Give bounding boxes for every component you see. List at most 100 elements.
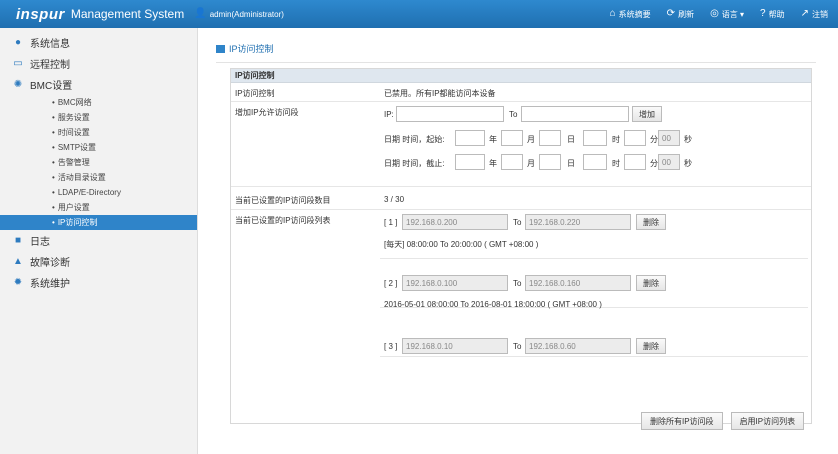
sidebar-item-maintenance[interactable]: ✹ 系统维护 — [0, 272, 197, 293]
submenu-label: IP访问控制 — [57, 218, 98, 227]
ip-access-panel: IP访问控制 IP访问控制 已禁用。所有IP都能访问本设备 增加IP允许访问段 … — [230, 68, 812, 424]
breadcrumb-label: IP访问控制 — [229, 44, 274, 54]
page-icon — [216, 44, 225, 53]
submenu-label: 用户设置 — [57, 203, 90, 212]
warning-icon: ▲ — [13, 256, 23, 267]
sidebar-item-label: 系统信息 — [30, 39, 70, 50]
status-row: IP访问控制 已禁用。所有IP都能访问本设备 — [231, 84, 811, 102]
logout-icon: ↗ — [800, 8, 809, 19]
breadcrumb: IP访问控制 — [216, 42, 274, 55]
top-nav: ⌂ 系统摘要 ⟳ 刷新 ◎ 语言 ▾ ? 帮助 ↗ 注销 — [610, 0, 828, 28]
status-label: IP访问控制 — [235, 89, 275, 98]
add-button[interactable]: 增加 — [632, 106, 662, 122]
status-value: 已禁用。所有IP都能访问本设备 — [384, 89, 496, 98]
sidebar-item-logs[interactable]: ■ 日志 — [0, 230, 197, 251]
nav-summary[interactable]: ⌂ 系统摘要 — [610, 9, 651, 20]
log-icon: ■ — [14, 235, 22, 246]
range-item: [ 1 ] To 删除 [每天] 08:00:00 To 20:00:00 ( … — [380, 211, 808, 259]
monitor-icon: ▭ — [13, 58, 23, 69]
submenu-ip-access-control[interactable]: • IP访问控制 — [0, 215, 197, 230]
system-name: Management System — [70, 7, 185, 21]
globe-icon: ◎ — [710, 8, 719, 19]
end-month-input[interactable] — [501, 154, 523, 170]
nav-logout-label: 注销 — [812, 9, 828, 19]
add-range-label: 增加IP允许访问段 — [235, 108, 299, 117]
range-list-row: 当前已设置的IP访问段列表 [ 1 ] To 删除 [每天] 08:00:00 … — [231, 211, 811, 423]
ip-label: IP: — [384, 110, 394, 119]
submenu-label: SMTP设置 — [57, 143, 97, 152]
submenu-label: 活动目录设置 — [57, 173, 106, 182]
range-index: [ 1 ] — [384, 218, 398, 227]
submenu-label: 服务设置 — [57, 113, 90, 122]
current-user: 👤 admin(Administrator) — [194, 9, 284, 19]
end-second-input — [658, 154, 680, 170]
delete-range-button[interactable]: 删除 — [636, 338, 666, 354]
nav-language[interactable]: ◎ 语言 ▾ — [710, 9, 744, 20]
nav-summary-label: 系统摘要 — [618, 9, 651, 19]
delete-range-button[interactable]: 删除 — [636, 214, 666, 230]
ip-end-input[interactable] — [521, 106, 629, 122]
submenu-ldap[interactable]: • LDAP/E-Directory — [0, 185, 197, 200]
info-icon: ● — [14, 37, 22, 48]
minute-unit: 分 — [650, 135, 658, 144]
count-row: 当前已设置的IP访问段数目 3 / 30 — [231, 188, 811, 210]
submenu-smtp-settings[interactable]: • SMTP设置 — [0, 140, 197, 155]
user-name: admin(Administrator) — [209, 9, 284, 19]
start-datetime-label: 日期 时间，起始: — [384, 135, 445, 144]
start-hour-input[interactable] — [583, 130, 607, 146]
day-unit: 日 — [567, 159, 575, 168]
range-schedule: [每天] 08:00:00 To 20:00:00 ( GMT +08:00 ) — [384, 240, 539, 249]
submenu-service-settings[interactable]: • 服务设置 — [0, 110, 197, 125]
delete-range-button[interactable]: 删除 — [636, 275, 666, 291]
range-index: [ 2 ] — [384, 279, 398, 288]
nav-refresh[interactable]: ⟳ 刷新 — [667, 9, 694, 20]
submenu-active-directory[interactable]: • 活动目录设置 — [0, 170, 197, 185]
start-minute-input[interactable] — [624, 130, 646, 146]
maintenance-icon: ✹ — [13, 277, 23, 288]
nav-help[interactable]: ? 帮助 — [760, 9, 785, 20]
sidebar-item-diagnostics[interactable]: ▲ 故障诊断 — [0, 251, 197, 272]
submenu-label: 告警管理 — [57, 158, 90, 167]
submenu-user-settings[interactable]: • 用户设置 — [0, 200, 197, 215]
add-range-row: 增加IP允许访问段 IP: To 增加 日期 时间，起始: 年 月 日 时 分 … — [231, 103, 811, 187]
year-unit: 年 — [489, 135, 497, 144]
hour-unit: 时 — [612, 159, 620, 168]
start-year-input[interactable] — [455, 130, 485, 146]
sidebar-item-bmc-settings[interactable]: ✺ BMC设置 — [0, 74, 197, 95]
start-day-input[interactable] — [539, 130, 561, 146]
sidebar-item-label: 系统维护 — [30, 279, 70, 290]
help-icon: ? — [760, 8, 766, 19]
delete-all-ranges-button[interactable]: 删除所有IP访问段 — [641, 412, 723, 430]
submenu-bmc-network[interactable]: • BMC网络 — [0, 95, 197, 110]
hour-unit: 时 — [612, 135, 620, 144]
month-unit: 月 — [527, 135, 535, 144]
end-minute-input[interactable] — [624, 154, 646, 170]
range-to-label: To — [513, 342, 522, 351]
submenu-alert-management[interactable]: • 告警管理 — [0, 155, 197, 170]
sidebar-item-remote-control[interactable]: ▭ 远程控制 — [0, 53, 197, 74]
sidebar-item-label: 故障诊断 — [30, 258, 70, 269]
sidebar-item-system-info[interactable]: ● 系统信息 — [0, 32, 197, 53]
sidebar-item-label: BMC设置 — [30, 81, 73, 92]
range-to-label: To — [513, 218, 522, 227]
range-to-input — [525, 214, 631, 230]
submenu-label: BMC网络 — [57, 98, 92, 107]
submenu-time-settings[interactable]: • 时间设置 — [0, 125, 197, 140]
nav-logout[interactable]: ↗ 注销 — [801, 9, 828, 20]
nav-language-label: 语言 ▾ — [721, 9, 745, 19]
year-unit: 年 — [489, 159, 497, 168]
end-hour-input[interactable] — [583, 154, 607, 170]
range-from-input — [402, 275, 508, 291]
end-day-input[interactable] — [539, 154, 561, 170]
end-datetime-label: 日期 时间，截止: — [384, 159, 445, 168]
submenu-label: 时间设置 — [57, 128, 90, 137]
range-from-input — [402, 338, 508, 354]
ip-start-input[interactable] — [396, 106, 504, 122]
start-month-input[interactable] — [501, 130, 523, 146]
day-unit: 日 — [567, 135, 575, 144]
second-unit: 秒 — [684, 135, 692, 144]
enable-ip-list-button[interactable]: 启用IP访问列表 — [730, 412, 805, 430]
inspur-logo: inspur — [16, 5, 65, 23]
end-year-input[interactable] — [455, 154, 485, 170]
home-icon: ⌂ — [609, 8, 616, 19]
